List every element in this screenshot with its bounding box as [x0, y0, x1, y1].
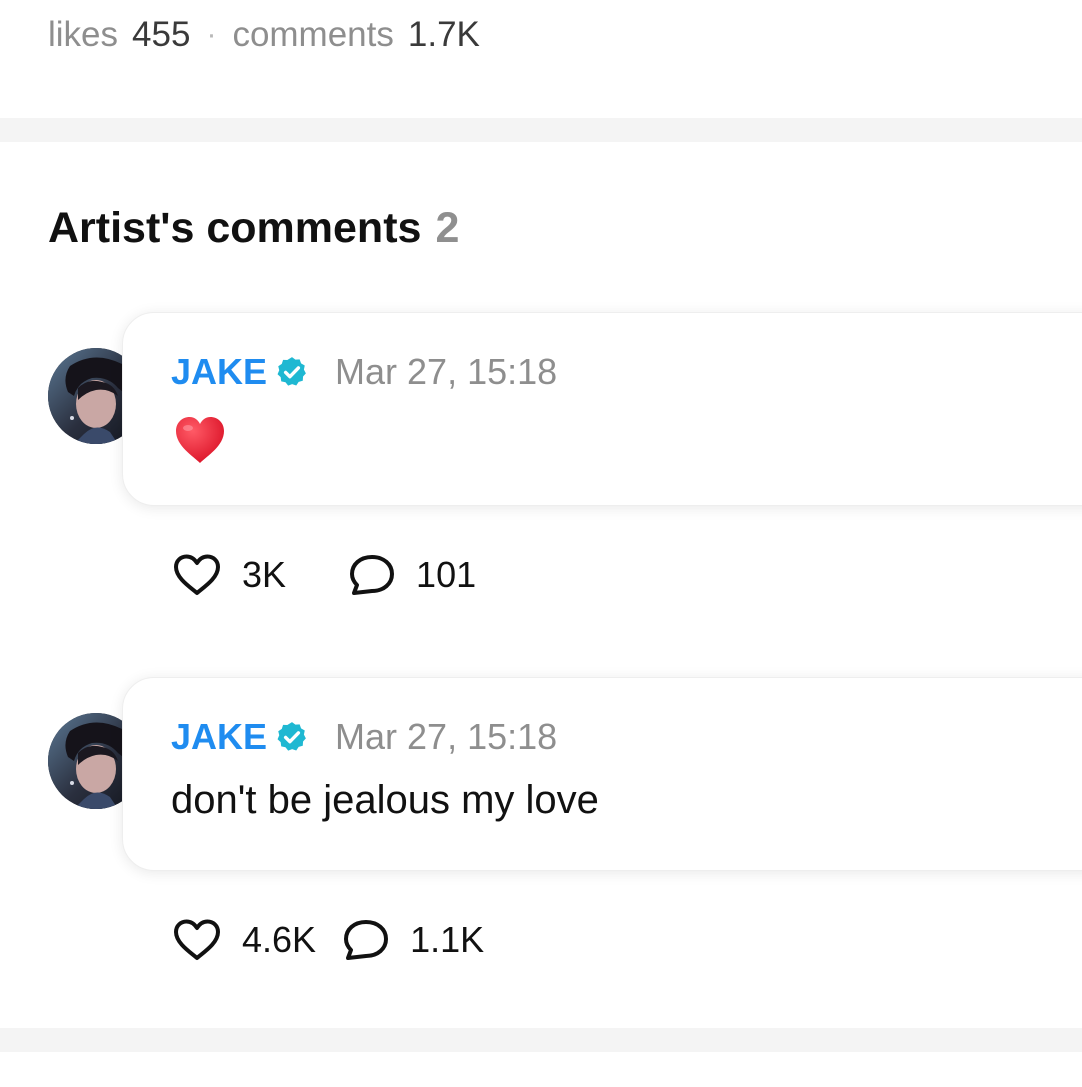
comment-actions: 3K 101 [172, 550, 476, 600]
comment-bubble[interactable]: JAKE Mar 27, 15:18 [122, 312, 1082, 506]
reply-count: 101 [416, 554, 477, 595]
speech-bubble-icon [344, 920, 389, 960]
section-divider [0, 1028, 1082, 1052]
heart-outline-icon [174, 919, 220, 960]
section-divider [0, 118, 1082, 142]
stats-separator: · [206, 18, 217, 51]
artist-comments-heading: Artist's comments 2 [48, 204, 459, 253]
comment-meta: JAKE Mar 27, 15:18 [171, 712, 557, 762]
artist-comments-title: Artist's comments [48, 204, 422, 252]
reply-button[interactable]: 1.1K [342, 918, 484, 962]
comment-timestamp: Mar 27, 15:18 [335, 716, 558, 757]
comment-timestamp: Mar 27, 15:18 [335, 351, 558, 392]
author-name[interactable]: JAKE [171, 716, 267, 758]
artist-comment: JAKE Mar 27, 15:18 3K 101 [0, 312, 1082, 612]
verified-badge-icon [275, 355, 309, 389]
artist-comment: JAKE Mar 27, 15:18 don't be jealous my l… [0, 677, 1082, 977]
comment-text: don't be jealous my love [171, 778, 599, 822]
like-button[interactable]: 3K [172, 553, 286, 597]
speech-bubble-icon [350, 555, 395, 595]
author-name[interactable]: JAKE [171, 351, 267, 393]
comment-bubble[interactable]: JAKE Mar 27, 15:18 don't be jealous my l… [122, 677, 1082, 871]
likes-label: likes [48, 15, 119, 54]
comments-count[interactable]: 1.7K [408, 15, 480, 55]
comments-label: comments [232, 15, 394, 54]
post-stats: likes 455 · comments 1.7K [48, 12, 480, 58]
like-button[interactable]: 4.6K [172, 918, 316, 962]
reply-button[interactable]: 101 [348, 553, 476, 597]
verified-badge-icon [275, 720, 309, 754]
reply-count: 1.1K [410, 919, 485, 960]
heart-outline-icon [174, 554, 220, 595]
red-heart-emoji [173, 415, 227, 465]
like-count: 3K [242, 554, 287, 595]
comment-meta: JAKE Mar 27, 15:18 [171, 347, 557, 397]
like-count: 4.6K [242, 919, 317, 960]
likes-count[interactable]: 455 [132, 15, 190, 55]
artist-comments-count: 2 [435, 204, 460, 252]
comment-actions: 4.6K 1.1K [172, 915, 484, 965]
